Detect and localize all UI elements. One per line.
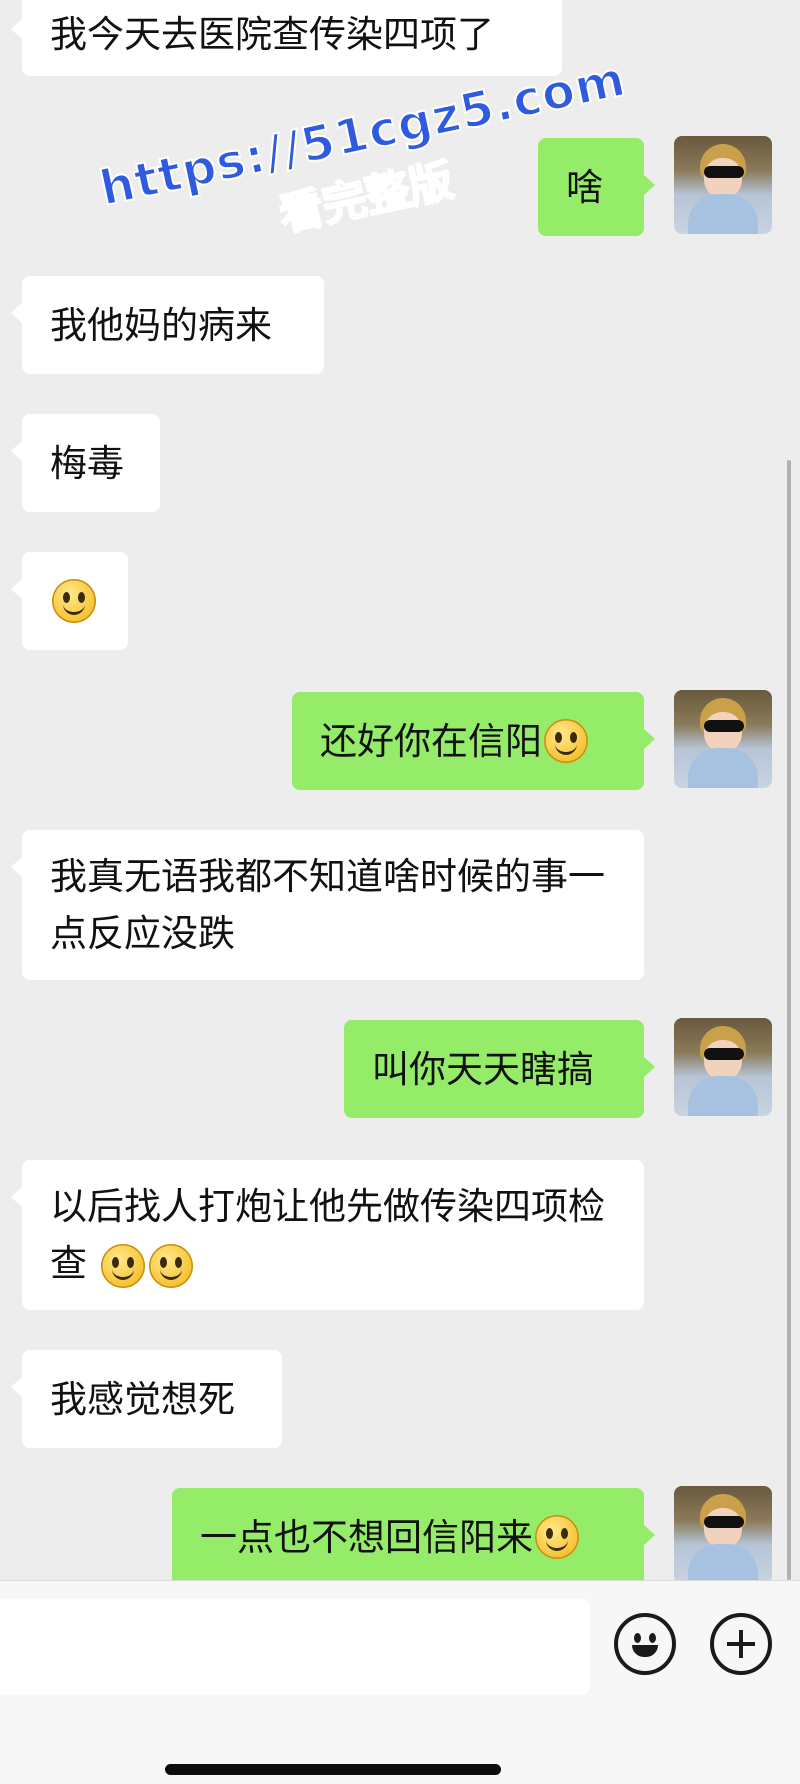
message-bubble-incoming[interactable] <box>11 552 128 650</box>
user-avatar[interactable] <box>674 690 772 788</box>
smiley-emoji-icon <box>148 1243 193 1288</box>
message-text: 以后找人打炮让他先做传染四项检查 <box>50 1178 616 1292</box>
user-avatar[interactable] <box>674 136 772 234</box>
smiley-face-icon[interactable] <box>614 1613 676 1675</box>
smiley-emoji-icon <box>544 719 588 763</box>
message-bubble-outgoing[interactable]: 啥 <box>538 138 655 236</box>
message-text: 叫你天天瞎搞 <box>372 1047 594 1091</box>
message-bubble-outgoing[interactable]: 叫你天天瞎搞 <box>344 1020 655 1118</box>
home-indicator[interactable] <box>165 1764 501 1775</box>
message-input[interactable] <box>0 1599 590 1695</box>
chat-scrollbar[interactable] <box>787 460 791 1580</box>
user-avatar[interactable] <box>674 1018 772 1116</box>
plus-circle-icon[interactable] <box>710 1613 772 1675</box>
chat-input-bar <box>0 1580 800 1784</box>
message-bubble-incoming[interactable]: 我感觉想死 <box>11 1350 282 1448</box>
smiley-emoji-icon <box>52 579 96 623</box>
message-text: 还好你在信阳 <box>320 719 542 763</box>
message-text: 啥 <box>566 165 603 209</box>
message-bubble-incoming[interactable]: 我今天去医院查传染四项了 <box>11 0 562 76</box>
message-bubble-incoming[interactable]: 我真无语我都不知道啥时候的事一点反应没跌 <box>11 830 644 980</box>
message-text: 梅毒 <box>50 441 124 485</box>
message-bubble-outgoing[interactable]: 一点也不想回信阳来 <box>172 1488 655 1586</box>
message-bubble-outgoing[interactable]: 还好你在信阳 <box>292 692 655 790</box>
message-text: 我他妈的病来 <box>50 303 272 347</box>
message-text: 我感觉想死 <box>50 1377 235 1421</box>
message-text: 我真无语我都不知道啥时候的事一点反应没跌 <box>50 855 605 955</box>
message-text: 一点也不想回信阳来 <box>200 1515 533 1559</box>
user-avatar[interactable] <box>674 1486 772 1584</box>
message-bubble-incoming[interactable]: 以后找人打炮让他先做传染四项检查 <box>11 1160 644 1310</box>
chat-message-list[interactable]: 我今天去医院查传染四项了 啥 我他妈的病来 梅毒 还好你在信阳 我真无语我都不知… <box>0 0 800 1586</box>
message-bubble-incoming[interactable]: 我他妈的病来 <box>11 276 324 374</box>
message-text: 我今天去医院查传染四项了 <box>50 12 494 56</box>
message-bubble-incoming[interactable]: 梅毒 <box>11 414 160 512</box>
smiley-emoji-icon <box>100 1243 145 1288</box>
smiley-emoji-icon <box>535 1515 579 1559</box>
